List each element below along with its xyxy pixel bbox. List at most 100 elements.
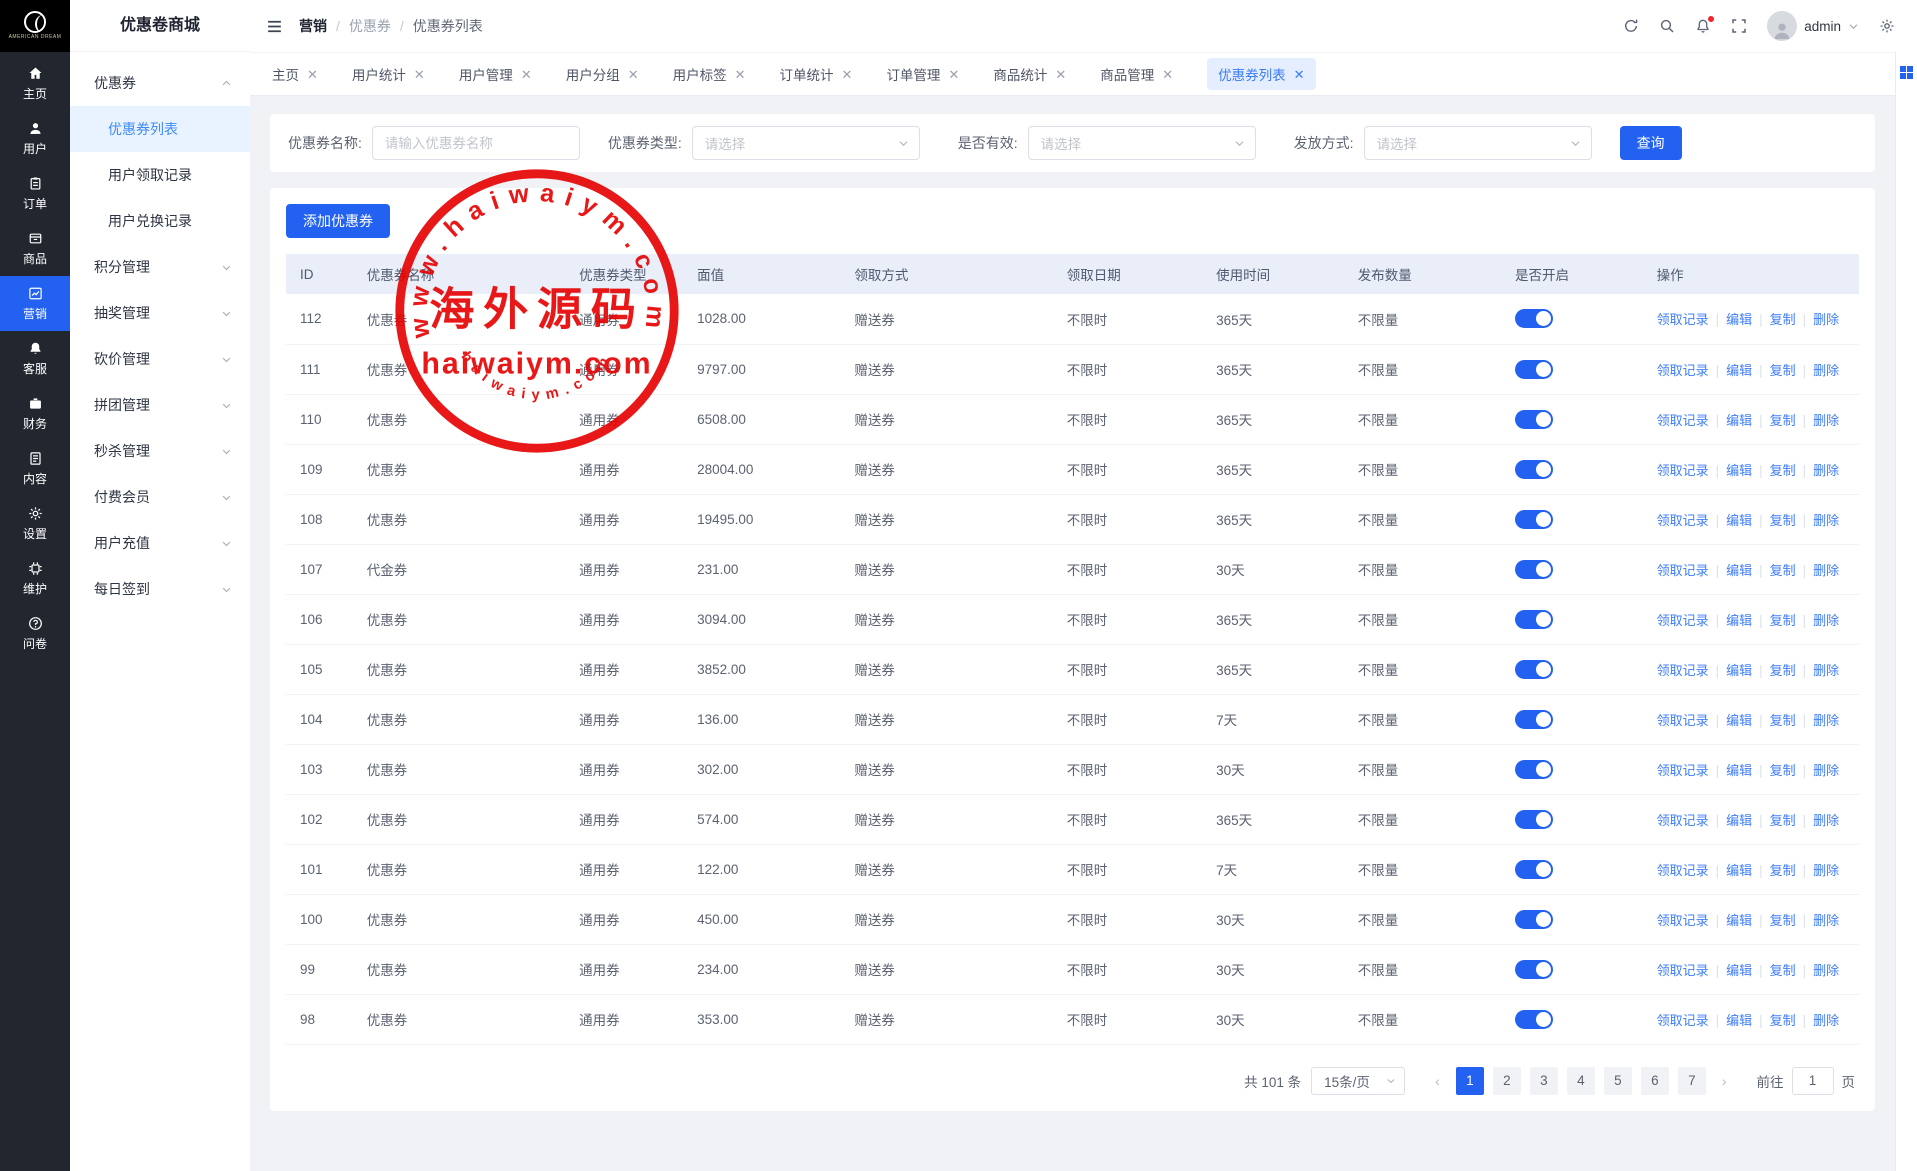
copy-link[interactable]: 复制 bbox=[1770, 763, 1796, 778]
page-button-2[interactable]: 2 bbox=[1493, 1067, 1521, 1095]
edit-link[interactable]: 编辑 bbox=[1726, 763, 1752, 778]
edit-link[interactable]: 编辑 bbox=[1726, 363, 1752, 378]
delete-link[interactable]: 删除 bbox=[1813, 563, 1839, 578]
enable-toggle[interactable] bbox=[1515, 610, 1553, 629]
sidebar-item-points[interactable]: 积分管理 bbox=[70, 244, 250, 290]
chevron-right-icon[interactable]: › bbox=[1716, 1073, 1733, 1089]
tab-order-management[interactable]: 订单管理✕ bbox=[886, 64, 959, 84]
claim-records-link[interactable]: 领取记录 bbox=[1657, 863, 1709, 878]
enable-toggle[interactable] bbox=[1515, 1010, 1553, 1029]
coupon-type-select[interactable]: 请选择 bbox=[692, 126, 920, 160]
notification-bell-icon[interactable] bbox=[1695, 18, 1711, 34]
rail-item-maintenance[interactable]: 维护 bbox=[0, 551, 70, 606]
search-button[interactable]: 查询 bbox=[1620, 126, 1682, 160]
rail-item-orders[interactable]: 订单 bbox=[0, 166, 70, 221]
delete-link[interactable]: 删除 bbox=[1813, 363, 1839, 378]
gear-icon[interactable] bbox=[1879, 18, 1895, 34]
sidebar-item-flashsale[interactable]: 秒杀管理 bbox=[70, 428, 250, 474]
enable-toggle[interactable] bbox=[1515, 560, 1553, 579]
tab-order-stats[interactable]: 订单统计✕ bbox=[780, 64, 853, 84]
copy-link[interactable]: 复制 bbox=[1770, 713, 1796, 728]
copy-link[interactable]: 复制 bbox=[1770, 963, 1796, 978]
edit-link[interactable]: 编辑 bbox=[1726, 613, 1752, 628]
claim-records-link[interactable]: 领取记录 bbox=[1657, 663, 1709, 678]
copy-link[interactable]: 复制 bbox=[1770, 813, 1796, 828]
delete-link[interactable]: 删除 bbox=[1813, 413, 1839, 428]
breadcrumb-root[interactable]: 营销 bbox=[299, 16, 327, 36]
copy-link[interactable]: 复制 bbox=[1770, 312, 1796, 327]
edit-link[interactable]: 编辑 bbox=[1726, 413, 1752, 428]
user-menu[interactable]: admin bbox=[1767, 11, 1859, 41]
copy-link[interactable]: 复制 bbox=[1770, 413, 1796, 428]
delete-link[interactable]: 删除 bbox=[1813, 312, 1839, 327]
copy-link[interactable]: 复制 bbox=[1770, 563, 1796, 578]
claim-records-link[interactable]: 领取记录 bbox=[1657, 763, 1709, 778]
sidebar-item-user-recharge[interactable]: 用户充值 bbox=[70, 520, 250, 566]
close-icon[interactable]: ✕ bbox=[521, 68, 532, 81]
edit-link[interactable]: 编辑 bbox=[1726, 713, 1752, 728]
claim-records-link[interactable]: 领取记录 bbox=[1657, 413, 1709, 428]
close-icon[interactable]: ✕ bbox=[1162, 68, 1173, 81]
delete-link[interactable]: 删除 bbox=[1813, 713, 1839, 728]
delete-link[interactable]: 删除 bbox=[1813, 863, 1839, 878]
enable-toggle[interactable] bbox=[1515, 710, 1553, 729]
sidebar-item-lottery[interactable]: 抽奖管理 bbox=[70, 290, 250, 336]
enable-toggle[interactable] bbox=[1515, 760, 1553, 779]
close-icon[interactable]: ✕ bbox=[948, 68, 959, 81]
tab-user-tags[interactable]: 用户标签✕ bbox=[673, 64, 746, 84]
page-button-3[interactable]: 3 bbox=[1530, 1067, 1558, 1095]
dispatch-select[interactable]: 请选择 bbox=[1364, 126, 1592, 160]
rail-item-finance[interactable]: 财务 bbox=[0, 386, 70, 441]
claim-records-link[interactable]: 领取记录 bbox=[1657, 613, 1709, 628]
enable-toggle[interactable] bbox=[1515, 960, 1553, 979]
copy-link[interactable]: 复制 bbox=[1770, 463, 1796, 478]
edit-link[interactable]: 编辑 bbox=[1726, 1013, 1752, 1028]
edit-link[interactable]: 编辑 bbox=[1726, 813, 1752, 828]
coupon-name-input[interactable] bbox=[372, 126, 580, 160]
page-size-select[interactable]: 15条/页 bbox=[1311, 1067, 1405, 1095]
rail-item-goods[interactable]: 商品 bbox=[0, 221, 70, 276]
edit-link[interactable]: 编辑 bbox=[1726, 463, 1752, 478]
enable-toggle[interactable] bbox=[1515, 360, 1553, 379]
claim-records-link[interactable]: 领取记录 bbox=[1657, 513, 1709, 528]
enable-toggle[interactable] bbox=[1515, 510, 1553, 529]
rail-item-marketing[interactable]: 营销 bbox=[0, 276, 70, 331]
claim-records-link[interactable]: 领取记录 bbox=[1657, 463, 1709, 478]
page-button-7[interactable]: 7 bbox=[1678, 1067, 1706, 1095]
sidebar-item-bargain[interactable]: 砍价管理 bbox=[70, 336, 250, 382]
edit-link[interactable]: 编辑 bbox=[1726, 863, 1752, 878]
grid-layout-icon[interactable] bbox=[1900, 66, 1913, 79]
goto-page-input[interactable] bbox=[1792, 1067, 1834, 1095]
copy-link[interactable]: 复制 bbox=[1770, 663, 1796, 678]
add-coupon-button[interactable]: 添加优惠券 bbox=[286, 204, 390, 238]
rail-item-settings[interactable]: 设置 bbox=[0, 496, 70, 551]
close-icon[interactable]: ✕ bbox=[1055, 68, 1066, 81]
page-button-6[interactable]: 6 bbox=[1641, 1067, 1669, 1095]
tab-product-management[interactable]: 商品管理✕ bbox=[1100, 64, 1173, 84]
edit-link[interactable]: 编辑 bbox=[1726, 312, 1752, 327]
close-icon[interactable]: ✕ bbox=[1294, 68, 1305, 81]
close-icon[interactable]: ✕ bbox=[628, 68, 639, 81]
edit-link[interactable]: 编辑 bbox=[1726, 663, 1752, 678]
close-icon[interactable]: ✕ bbox=[307, 68, 318, 81]
delete-link[interactable]: 删除 bbox=[1813, 663, 1839, 678]
copy-link[interactable]: 复制 bbox=[1770, 913, 1796, 928]
tab-user-management[interactable]: 用户管理✕ bbox=[459, 64, 532, 84]
breadcrumb-middle[interactable]: 优惠券 bbox=[349, 16, 391, 36]
rail-item-survey[interactable]: 问卷 bbox=[0, 606, 70, 661]
claim-records-link[interactable]: 领取记录 bbox=[1657, 963, 1709, 978]
sidebar-subitem-user-claim-records[interactable]: 用户领取记录 bbox=[70, 152, 250, 198]
delete-link[interactable]: 删除 bbox=[1813, 963, 1839, 978]
tab-home[interactable]: 主页✕ bbox=[272, 64, 318, 84]
edit-link[interactable]: 编辑 bbox=[1726, 563, 1752, 578]
sidebar-collapse-icon[interactable] bbox=[266, 18, 283, 35]
right-scroll-strip[interactable] bbox=[1895, 52, 1917, 1171]
close-icon[interactable]: ✕ bbox=[414, 68, 425, 81]
edit-link[interactable]: 编辑 bbox=[1726, 913, 1752, 928]
copy-link[interactable]: 复制 bbox=[1770, 513, 1796, 528]
copy-link[interactable]: 复制 bbox=[1770, 863, 1796, 878]
rail-item-content[interactable]: 内容 bbox=[0, 441, 70, 496]
sidebar-item-daily-checkin[interactable]: 每日签到 bbox=[70, 566, 250, 612]
claim-records-link[interactable]: 领取记录 bbox=[1657, 363, 1709, 378]
search-icon[interactable] bbox=[1659, 18, 1675, 34]
